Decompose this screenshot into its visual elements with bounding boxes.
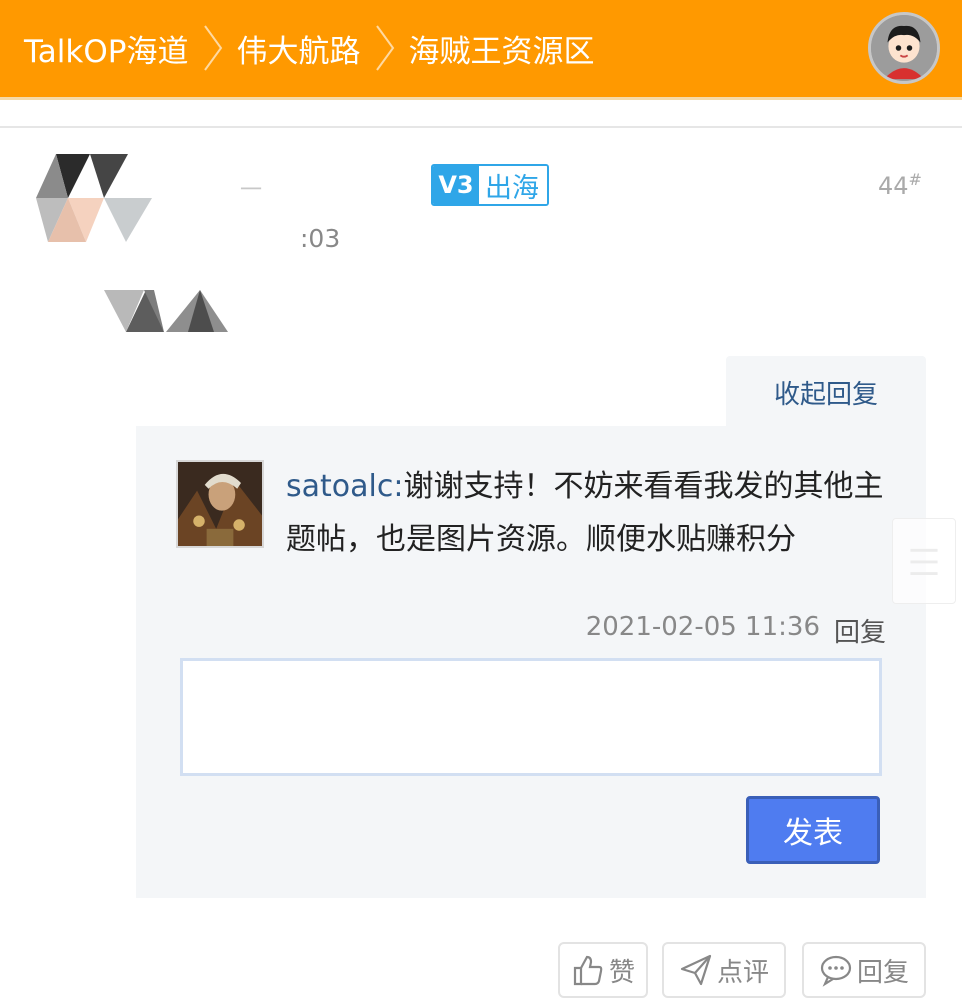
reply-button[interactable]: 回复 bbox=[802, 942, 926, 998]
like-button[interactable]: 赞 bbox=[558, 942, 648, 998]
reply-input[interactable] bbox=[180, 658, 882, 776]
post-author-avatar[interactable] bbox=[34, 152, 154, 244]
chevron-right-icon bbox=[374, 22, 396, 74]
badge-level: V3 bbox=[433, 166, 479, 204]
floating-menu-button[interactable] bbox=[892, 518, 956, 604]
badge-title: 出海 bbox=[479, 166, 547, 204]
collapse-replies-button[interactable]: 收起回复 bbox=[726, 356, 926, 428]
like-label: 赞 bbox=[608, 957, 635, 988]
top-header: TalkOP海道 伟大航路 海贼王资源区 bbox=[0, 0, 962, 100]
breadcrumb: TalkOP海道 伟大航路 海贼王资源区 bbox=[24, 22, 594, 74]
comment-label: 点评 bbox=[716, 957, 769, 988]
post-actions: 赞 点评 回复 bbox=[0, 942, 962, 998]
comment-button[interactable]: 点评 bbox=[662, 942, 786, 998]
post-content-redacted bbox=[104, 288, 230, 334]
reply-time: 2021-02-05 11:36 bbox=[585, 612, 820, 642]
reply-meta: 2021-02-05 11:36 回复 bbox=[586, 612, 886, 649]
menu-icon bbox=[910, 548, 938, 576]
reply-label: 回复 bbox=[856, 957, 909, 988]
floor-number-value: 44 bbox=[878, 172, 909, 200]
reply-author-avatar[interactable] bbox=[176, 460, 264, 548]
breadcrumb-item-grand-line[interactable]: 伟大航路 bbox=[236, 26, 360, 71]
post-time: :03 bbox=[300, 224, 341, 253]
chat-bubble-icon bbox=[820, 955, 852, 987]
reply-author-separator: : bbox=[393, 469, 404, 504]
user-avatar-icon[interactable] bbox=[868, 12, 940, 84]
reply-content: satoalc:谢谢支持！不妨来看看我发的其他主题帖，也是图片资源。顺便水贴赚积… bbox=[286, 460, 896, 566]
thumbs-up-icon bbox=[573, 955, 603, 986]
level-badge: V3 出海 bbox=[431, 164, 549, 206]
submit-reply-button[interactable]: 发表 bbox=[746, 796, 880, 864]
reply-to-reply-link[interactable]: 回复 bbox=[834, 612, 886, 649]
send-icon bbox=[680, 954, 712, 986]
breadcrumb-item-talkop[interactable]: TalkOP海道 bbox=[24, 26, 188, 71]
floor-suffix: # bbox=[908, 170, 922, 189]
breadcrumb-item-resources[interactable]: 海贼王资源区 bbox=[408, 26, 594, 71]
header-divider bbox=[0, 126, 962, 128]
floor-number: 44# bbox=[878, 170, 922, 200]
chevron-right-icon bbox=[202, 22, 224, 74]
post-author-name[interactable]: 一 bbox=[240, 172, 270, 203]
replies-panel: satoalc:谢谢支持！不妨来看看我发的其他主题帖，也是图片资源。顺便水贴赚积… bbox=[136, 426, 926, 898]
reply-author-link[interactable]: satoalc bbox=[286, 469, 393, 504]
